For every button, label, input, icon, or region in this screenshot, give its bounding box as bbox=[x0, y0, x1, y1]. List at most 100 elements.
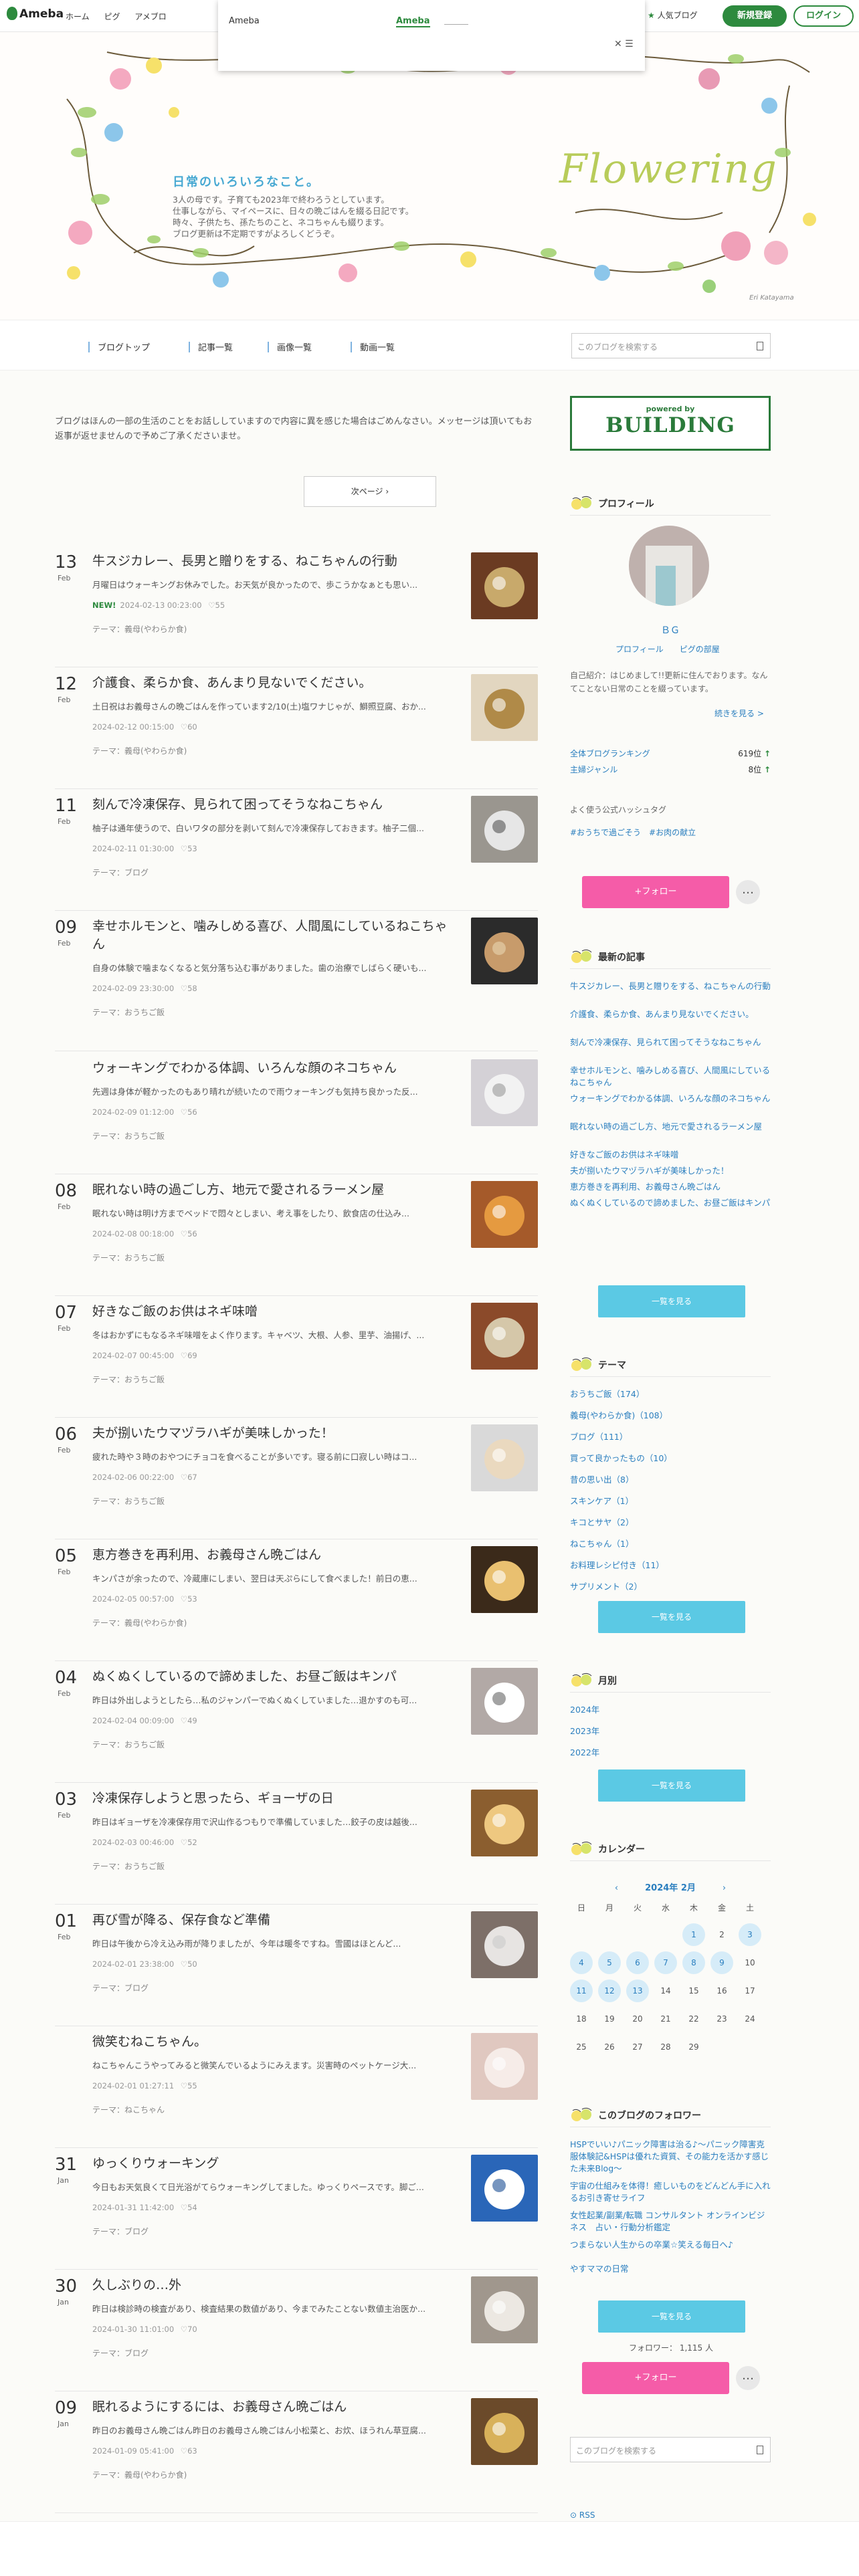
entry-title[interactable]: ゆっくりウォーキング bbox=[92, 2155, 454, 2173]
latest-entry-link[interactable]: 幸せホルモンと、噛みしめる喜び、人間風にしているねこちゃん bbox=[570, 1065, 771, 1089]
latest-entry-link[interactable]: 恵方巻きを再利用、お義母さん晩ごはん bbox=[570, 1181, 771, 1193]
entry-title[interactable]: 牛スジカレー、長男と贈りをする、ねこちゃんの行動 bbox=[92, 552, 454, 570]
entry-theme[interactable]: テーマ：おうちご飯 bbox=[92, 1374, 165, 1385]
entry-thumbnail[interactable] bbox=[471, 2398, 538, 2465]
follow-button-bottom[interactable]: +フォロー bbox=[582, 2362, 729, 2394]
latest-entry-link[interactable]: 介護食、柔らか食、あんまり見ないでください。 bbox=[570, 1008, 771, 1021]
entry-thumbnail[interactable] bbox=[471, 2276, 538, 2343]
next-page-button[interactable]: 次ページ › bbox=[304, 476, 436, 507]
entry-theme[interactable]: テーマ：ブログ bbox=[92, 867, 149, 878]
entry-title[interactable]: 眠れない時の過ごし方、地元で愛されるラーメン屋 bbox=[92, 1181, 454, 1199]
theme-link[interactable]: サプリメント（2） bbox=[570, 1580, 642, 1592]
calendar-next-icon[interactable]: › bbox=[723, 1883, 726, 1893]
entry-thumbnail[interactable] bbox=[471, 2033, 538, 2100]
popup-tab-ameba[interactable]: Ameba bbox=[229, 16, 260, 26]
theme-link[interactable]: お料理レシピ付き（11） bbox=[570, 1558, 664, 1571]
entry-theme[interactable]: テーマ：おうちご飯 bbox=[92, 1252, 165, 1263]
profile-link[interactable]: プロフィール bbox=[615, 645, 664, 654]
calendar-day[interactable]: 3 bbox=[739, 1923, 761, 1946]
entry-theme[interactable]: テーマ：おうちご飯 bbox=[92, 1130, 165, 1142]
follower-list-button[interactable]: 一覧を見る bbox=[598, 2300, 745, 2333]
calendar-day[interactable]: 1 bbox=[682, 1923, 705, 1946]
latest-list-button[interactable]: 一覧を見る bbox=[598, 1285, 745, 1317]
month-2023[interactable]: 2023年 bbox=[570, 1724, 599, 1737]
ameba-logo[interactable]: Ameba bbox=[7, 7, 64, 21]
theme-list-button[interactable]: 一覧を見る bbox=[598, 1601, 745, 1633]
calendar-day[interactable]: 13 bbox=[626, 1979, 649, 2002]
popup-tab-ameba-active[interactable]: Ameba bbox=[396, 16, 430, 27]
entry-title[interactable]: 久しぶりの…外 bbox=[92, 2276, 454, 2294]
entry-title[interactable]: 好きなご飯のお供はネギ味噌 bbox=[92, 1303, 454, 1321]
blog-search-input[interactable]: このブログを検索する bbox=[571, 333, 771, 358]
entry-theme[interactable]: テーマ：ブログ bbox=[92, 2226, 149, 2237]
entry-title[interactable]: 夫が捌いたウマヅラハギが美味しかった！ bbox=[92, 1424, 454, 1442]
entry-thumbnail[interactable] bbox=[471, 1790, 538, 1856]
entry-thumbnail[interactable] bbox=[471, 674, 538, 741]
entry-title[interactable]: 恵方巻きを再利用、お義母さん晩ごはん bbox=[92, 1546, 454, 1564]
search-icon[interactable] bbox=[757, 342, 763, 350]
entry-theme[interactable]: テーマ：おうちご飯 bbox=[92, 1860, 165, 1872]
entry-thumbnail[interactable] bbox=[471, 552, 538, 619]
month-2024[interactable]: 2024年 bbox=[570, 1703, 599, 1715]
calendar-prev-icon[interactable]: ‹ bbox=[615, 1883, 618, 1893]
theme-link[interactable]: ねこちゃん（1） bbox=[570, 1537, 634, 1549]
entry-thumbnail[interactable] bbox=[471, 1059, 538, 1126]
month-2022[interactable]: 2022年 bbox=[570, 1745, 599, 1758]
more-options-icon[interactable]: … bbox=[736, 2366, 760, 2390]
calendar-day[interactable]: 11 bbox=[570, 1979, 593, 2002]
entry-thumbnail[interactable] bbox=[471, 2155, 538, 2222]
latest-entry-link[interactable]: 好きなご飯のお供はネギ味噌 bbox=[570, 1149, 771, 1161]
entry-thumbnail[interactable] bbox=[471, 918, 538, 984]
entry-thumbnail[interactable] bbox=[471, 1668, 538, 1735]
entry-thumbnail[interactable] bbox=[471, 1181, 538, 1248]
popular-blogs-link[interactable]: ★ 人気ブログ bbox=[648, 9, 698, 21]
entry-title[interactable]: 刻んで冷凍保存、見られて困ってそうなねこちゃん bbox=[92, 796, 454, 814]
entry-thumbnail[interactable] bbox=[471, 1303, 538, 1370]
blog-search-input-bottom[interactable]: このブログを検索する bbox=[570, 2437, 771, 2462]
entry-title[interactable]: 介護食、柔らか食、あんまり見ないでください。 bbox=[92, 674, 454, 692]
building-banner[interactable]: powered by BUILDING bbox=[570, 396, 771, 451]
entry-title[interactable]: 幸せホルモンと、噛みしめる喜び、人間風にしているねこちゃん bbox=[92, 918, 454, 954]
nav-ameblo[interactable]: アメブロ bbox=[134, 12, 166, 21]
follower-blog-link[interactable]: 宇宙の仕組みを体得！癒しいものをどんどん手に入れるお引き寄せライフ bbox=[570, 2180, 771, 2204]
latest-entry-link[interactable]: 牛スジカレー、長男と贈りをする、ねこちゃんの行動 bbox=[570, 980, 771, 992]
latest-entry-link[interactable]: 夫が捌いたウマヅラハギが美味しかった！ bbox=[570, 1165, 771, 1177]
entry-theme[interactable]: テーマ：義母(やわらか食) bbox=[92, 2469, 187, 2480]
entry-theme[interactable]: テーマ：義母(やわらか食) bbox=[92, 745, 187, 756]
search-icon[interactable] bbox=[757, 2446, 763, 2454]
entry-title[interactable]: 冷凍保存しようと思ったら、ギョーザの日 bbox=[92, 1790, 454, 1808]
theme-link[interactable]: 買って良かったもの（10） bbox=[570, 1451, 672, 1464]
theme-link[interactable]: ブログ（111） bbox=[570, 1430, 628, 1442]
entry-theme[interactable]: テーマ：ねこちゃん bbox=[92, 2104, 165, 2115]
nav-blog-top[interactable]: ブログトップ bbox=[88, 340, 150, 353]
nav-entry-list[interactable]: 記事一覧 bbox=[189, 340, 233, 353]
entry-theme[interactable]: テーマ：義母(やわらか食) bbox=[92, 1617, 187, 1628]
entry-title[interactable]: ぬくぬくしているので諦めました、お昼ご飯はキンパ bbox=[92, 1668, 454, 1686]
rss-link[interactable]: ⊙ RSS bbox=[570, 2510, 595, 2520]
entry-theme[interactable]: テーマ：義母(やわらか食) bbox=[92, 623, 187, 635]
theme-link[interactable]: 昔の思い出（8） bbox=[570, 1473, 634, 1485]
login-button[interactable]: ログイン bbox=[793, 5, 854, 27]
entry-title[interactable]: 微笑むねこちゃん。 bbox=[92, 2033, 454, 2051]
entry-title[interactable]: 再び雪が降る、保存食など準備 bbox=[92, 1911, 454, 1929]
follow-button[interactable]: +フォロー bbox=[582, 876, 729, 908]
entry-thumbnail[interactable] bbox=[471, 1911, 538, 1978]
latest-entry-link[interactable]: ウォーキングでわかる体調、いろんな顔のネコちゃん bbox=[570, 1093, 771, 1105]
profile-more-link[interactable]: 続きを見る > bbox=[714, 708, 764, 719]
calendar-day[interactable]: 5 bbox=[598, 1951, 621, 1974]
blog-title[interactable]: 日常のいろいろなこと。 bbox=[173, 173, 320, 190]
theme-link[interactable]: キコとサヤ（2） bbox=[570, 1515, 634, 1528]
calendar-day[interactable]: 7 bbox=[654, 1951, 677, 1974]
calendar-day[interactable]: 9 bbox=[710, 1951, 733, 1974]
follower-blog-link[interactable]: やすママの日常 bbox=[570, 2263, 771, 2275]
calendar-day[interactable]: 4 bbox=[570, 1951, 593, 1974]
entry-theme[interactable]: テーマ：おうちご飯 bbox=[92, 1495, 165, 1507]
nav-video-list[interactable]: 動画一覧 bbox=[351, 340, 395, 353]
avatar[interactable] bbox=[629, 526, 709, 606]
hashtag-links[interactable]: #おうちで過ごそう #お肉の献立 bbox=[570, 827, 696, 838]
nav-pigg[interactable]: ピグ bbox=[104, 12, 120, 21]
entry-title[interactable]: ウォーキングでわかる体調、いろんな顔のネコちゃん bbox=[92, 1059, 454, 1077]
calendar-day[interactable]: 6 bbox=[626, 1951, 649, 1974]
entry-thumbnail[interactable] bbox=[471, 796, 538, 863]
latest-entry-link[interactable]: 眠れない時の過ごし方、地元で愛されるラーメン屋 bbox=[570, 1121, 771, 1133]
